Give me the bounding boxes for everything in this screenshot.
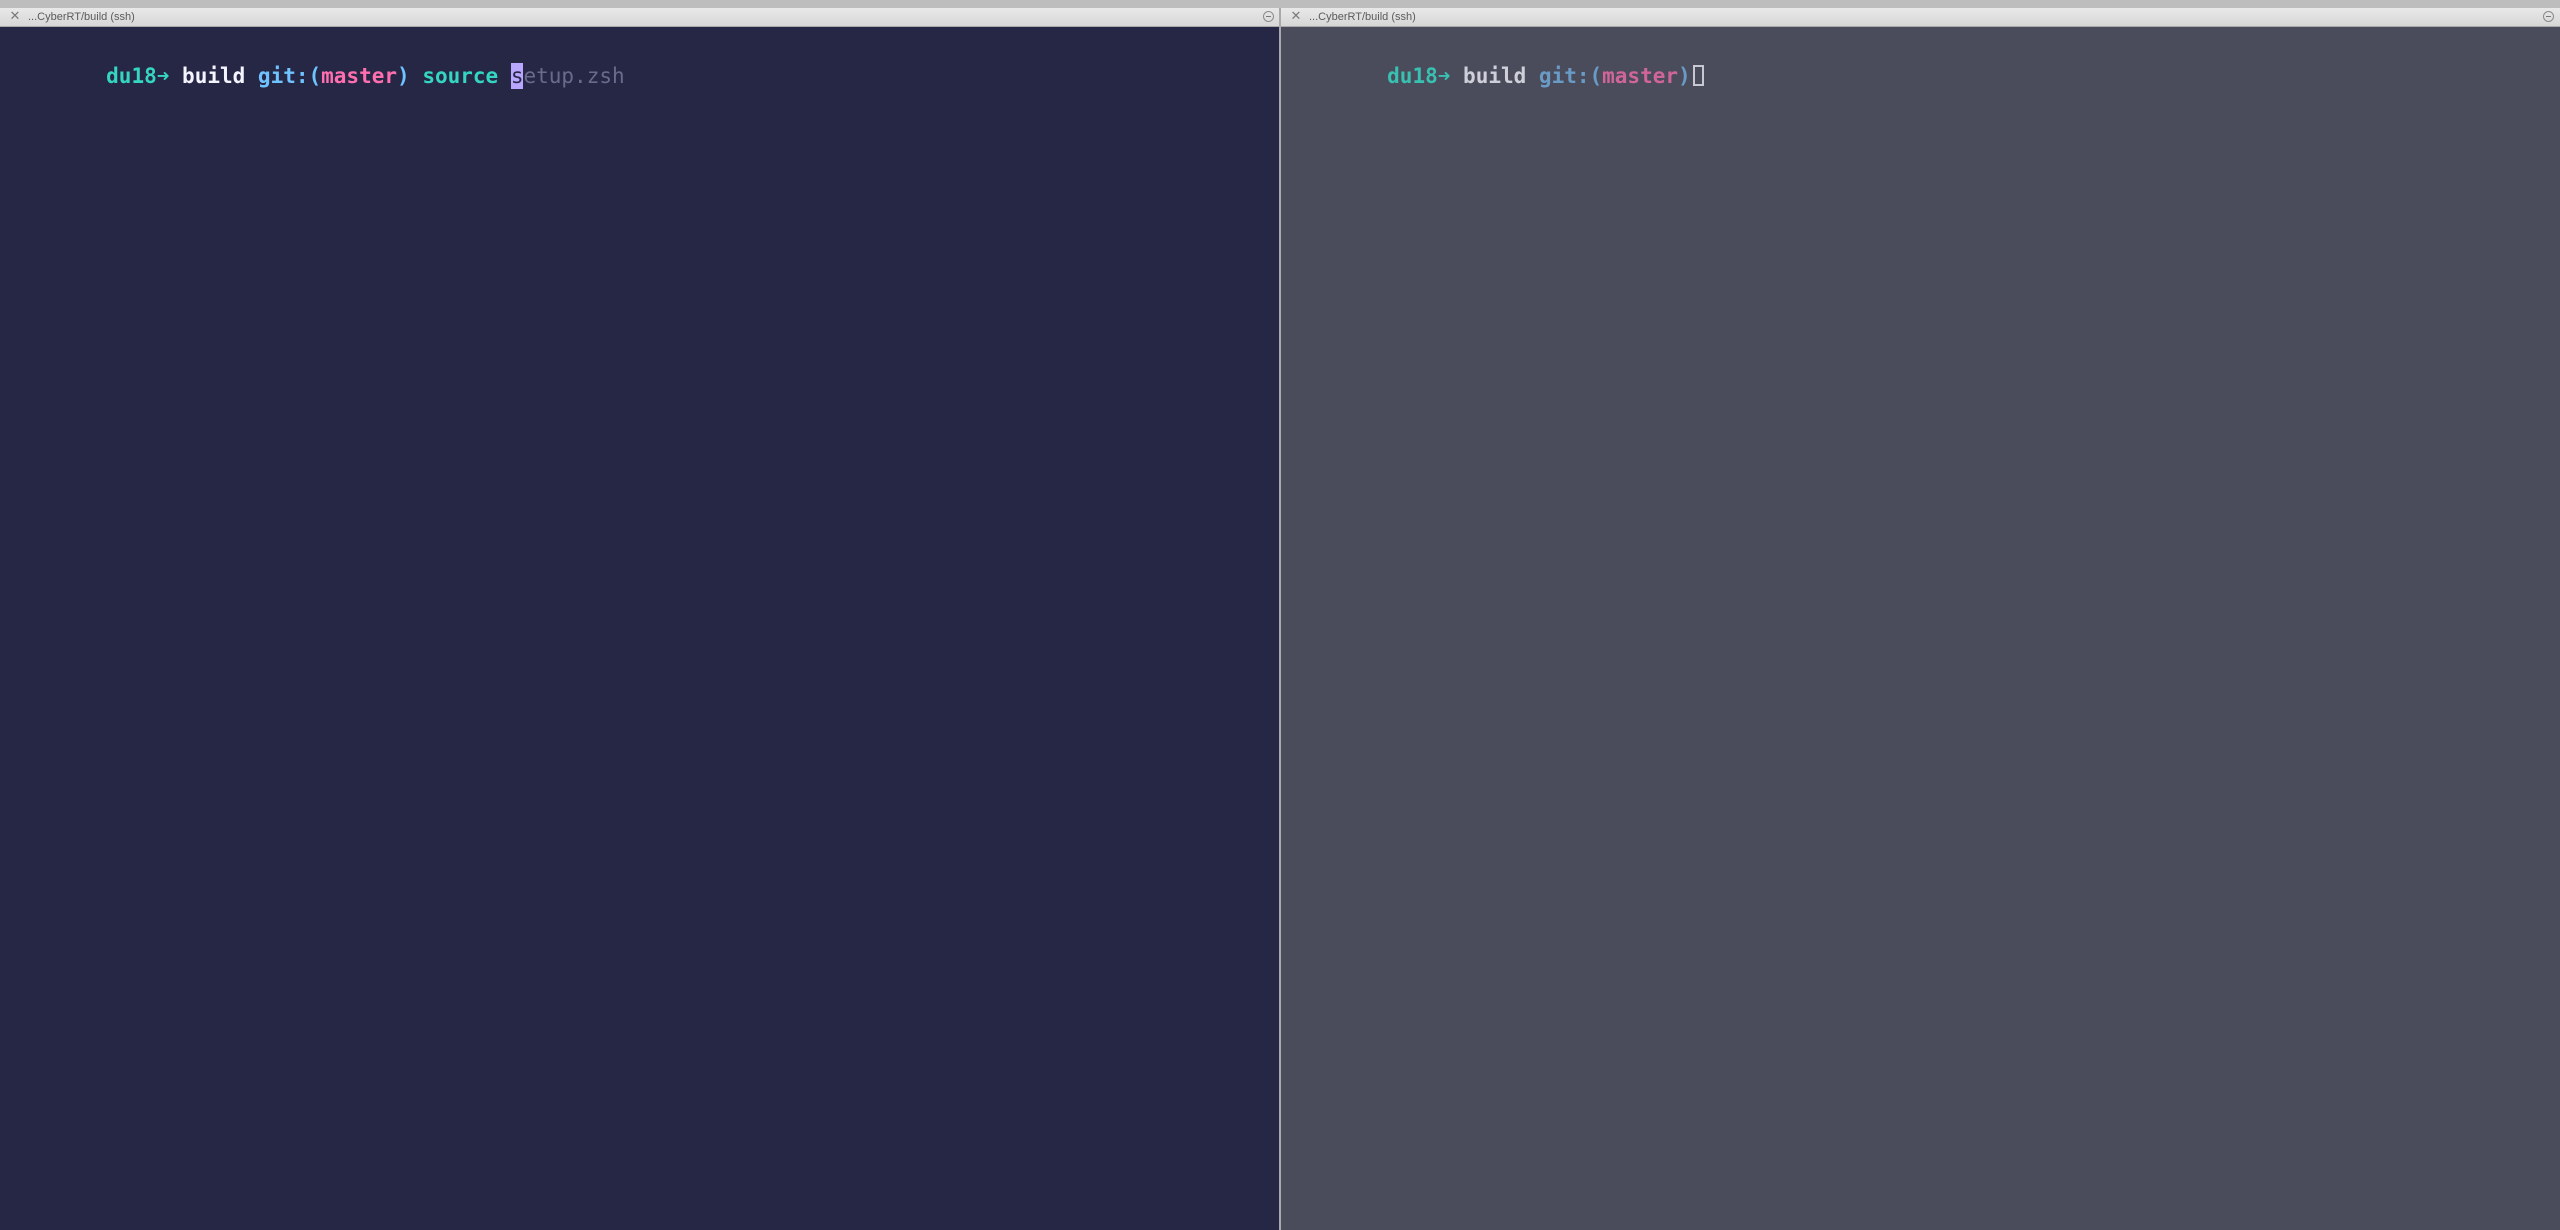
prompt-dir: build xyxy=(1463,64,1527,88)
prompt-host: du18 xyxy=(106,64,157,88)
text-cursor: s xyxy=(510,63,524,89)
prompt-arrow-icon: ➜ xyxy=(156,64,170,88)
prompt-git-suffix: ) xyxy=(397,64,410,88)
prompt-branch: master xyxy=(321,64,397,88)
prompt-arrow-icon: ➜ xyxy=(1437,64,1451,88)
pane-title: ...CyberRT/build (ssh) xyxy=(28,11,135,23)
prompt-git-suffix: ) xyxy=(1678,64,1691,88)
prompt-git-prefix: git:( xyxy=(257,64,322,88)
terminal-pane-right[interactable]: ✕ ...CyberRT/build (ssh) du18➜ build git… xyxy=(1281,8,2560,1230)
prompt-dir: build xyxy=(182,64,246,88)
desktop: ✕ ...CyberRT/build (ssh) du18➜ build git… xyxy=(0,0,2560,1230)
pane-titlebar-left[interactable]: ✕ ...CyberRT/build (ssh) xyxy=(0,8,1280,27)
terminal-pane-left[interactable]: ✕ ...CyberRT/build (ssh) du18➜ build git… xyxy=(0,8,1280,1230)
terminal-area-left[interactable]: du18➜ build git:(master) source setup.zs… xyxy=(0,27,1280,1230)
text-cursor-hollow xyxy=(1692,65,1704,86)
prompt-branch: master xyxy=(1602,64,1678,88)
close-icon[interactable]: ✕ xyxy=(8,10,22,24)
terminal-area-right[interactable]: du18➜ build git:(master) xyxy=(1281,27,2560,1230)
pane-title: ...CyberRT/build (ssh) xyxy=(1309,11,1416,23)
autosuggestion: etup.zsh xyxy=(523,64,625,88)
prompt-line: du18➜ build git:(master) source setup.zs… xyxy=(5,37,625,115)
prompt-git-prefix: git:( xyxy=(1538,64,1603,88)
close-icon[interactable]: ✕ xyxy=(1289,10,1303,24)
pane-titlebar-right[interactable]: ✕ ...CyberRT/build (ssh) xyxy=(1281,8,2560,27)
minimize-icon[interactable] xyxy=(2543,11,2554,22)
prompt-host: du18 xyxy=(1387,64,1438,88)
minimize-icon[interactable] xyxy=(1263,11,1274,22)
prompt-line: du18➜ build git:(master) xyxy=(1286,37,1704,115)
typed-command: source xyxy=(422,64,499,88)
